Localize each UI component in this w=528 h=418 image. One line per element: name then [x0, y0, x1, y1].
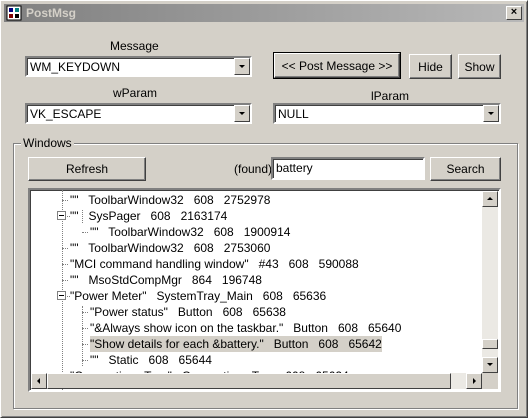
chevron-down-icon[interactable]	[234, 105, 250, 122]
show-label: Show	[464, 59, 495, 74]
windows-group-label: Windows	[21, 136, 74, 150]
wparam-combo[interactable]: VK_ESCAPE	[25, 103, 252, 124]
found-label: (found)	[234, 162, 273, 176]
scroll-up-icon[interactable]	[482, 191, 498, 207]
post-message-label: << Post Message >>	[281, 58, 393, 73]
lparam-combo[interactable]: NULL	[273, 103, 501, 124]
hide-button[interactable]: Hide	[409, 54, 452, 79]
tree-connector	[62, 264, 68, 265]
scroll-right-icon[interactable]	[466, 373, 482, 389]
message-value: WM_KEYDOWN	[30, 60, 120, 74]
chevron-down-icon[interactable]	[483, 105, 499, 122]
app-icon	[6, 5, 22, 21]
tree-item[interactable]: "" ToolbarWindow32 608 1900914	[90, 224, 290, 240]
tree-item[interactable]: "Show details for each &battery." Button…	[90, 336, 382, 352]
lparam-value: NULL	[278, 107, 309, 121]
scrollbar-corner	[482, 373, 498, 389]
horizontal-scrollbar[interactable]	[31, 373, 482, 389]
wparam-label: wParam	[113, 86, 158, 100]
scroll-left-icon[interactable]	[31, 373, 47, 389]
refresh-button[interactable]: Refresh	[28, 157, 146, 181]
window-title: PostMsg	[26, 6, 77, 20]
tree-connector	[62, 248, 68, 249]
tree-item[interactable]: "" SysPager 608 2163174	[70, 208, 227, 224]
tree-connector	[82, 344, 88, 345]
close-icon: ×	[510, 6, 518, 18]
scroll-down-icon[interactable]	[482, 357, 498, 373]
lparam-label: lParam	[371, 89, 410, 103]
tree-item[interactable]: "" MsoStdCompMgr 864 196748	[70, 272, 262, 288]
postmsg-window: PostMsg × Message WM_KEYDOWN << Post Mes…	[0, 0, 528, 418]
tree-connector	[82, 328, 88, 329]
tree-item[interactable]: "MCI command handling window" #43 608 59…	[70, 256, 359, 272]
tree-item[interactable]: "Power status" Button 608 65638	[90, 304, 286, 320]
search-input[interactable]: battery	[271, 157, 425, 180]
show-button[interactable]: Show	[458, 54, 501, 79]
tree-connector	[82, 312, 88, 313]
message-label: Message	[110, 39, 159, 53]
tree-item[interactable]: "" ToolbarWindow32 608 2753060	[70, 240, 270, 256]
collapse-icon[interactable]	[57, 211, 66, 220]
tree-item[interactable]: "&Always show icon on the taskbar." Butt…	[90, 320, 401, 336]
chevron-down-icon[interactable]	[234, 58, 250, 75]
close-button[interactable]: ×	[506, 6, 522, 20]
scroll-thumb[interactable]	[482, 339, 498, 349]
search-button[interactable]: Search	[430, 157, 501, 181]
vertical-scrollbar[interactable]	[482, 191, 498, 373]
search-label: Search	[446, 162, 485, 176]
tree-item[interactable]: "Power Meter" SystemTray_Main 608 65636	[70, 288, 326, 304]
tree-connector	[62, 200, 68, 201]
refresh-label: Refresh	[65, 162, 109, 176]
scroll-thumb[interactable]	[47, 373, 451, 389]
windows-tree[interactable]: "" ToolbarWindow32 608 2752978 "" SysPage…	[28, 188, 501, 392]
message-combo[interactable]: WM_KEYDOWN	[25, 56, 252, 77]
hide-label: Hide	[418, 59, 443, 74]
tree-item[interactable]: "" ToolbarWindow32 608 2752978	[70, 192, 270, 208]
tree-connector	[62, 280, 68, 281]
tree-connector	[82, 306, 83, 366]
title-bar[interactable]: PostMsg ×	[4, 4, 524, 22]
wparam-value: VK_ESCAPE	[30, 107, 102, 121]
collapse-icon[interactable]	[57, 291, 66, 300]
tree-item[interactable]: "" Static 608 65644	[90, 352, 212, 368]
tree-connector	[82, 360, 88, 361]
post-message-button[interactable]: << Post Message >>	[273, 52, 401, 79]
tree-connector	[82, 232, 88, 233]
search-input-value: battery	[276, 161, 313, 175]
